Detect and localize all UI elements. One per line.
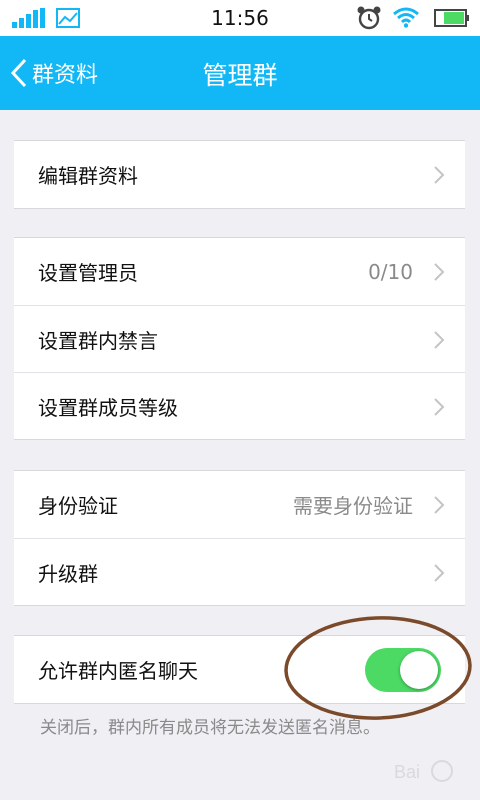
set-member-level-row[interactable]: 设置群成员等级 bbox=[14, 372, 465, 439]
alarm-icon bbox=[357, 6, 381, 30]
admin-count: 0/10 bbox=[368, 259, 413, 284]
edit-group-info-label: 编辑群资料 bbox=[38, 164, 138, 188]
chevron-right-icon bbox=[434, 331, 445, 349]
set-mute-row[interactable]: 设置群内禁言 bbox=[14, 305, 465, 372]
annotation-ellipse bbox=[284, 616, 472, 720]
wifi-icon bbox=[393, 7, 419, 28]
chevron-right-icon bbox=[434, 166, 445, 184]
watermark-logo-icon: Bai bbox=[394, 760, 453, 782]
navigation-bar: 群资料 管理群 bbox=[0, 36, 480, 110]
set-admin-row[interactable]: 设置管理员 0/10 bbox=[14, 238, 465, 305]
status-bar: 11:56 bbox=[0, 0, 480, 36]
chevron-right-icon bbox=[434, 496, 445, 514]
chevron-right-icon bbox=[434, 398, 445, 416]
edit-group-info-row[interactable]: 编辑群资料 bbox=[14, 141, 465, 208]
set-member-level-label: 设置群成员等级 bbox=[38, 395, 178, 420]
chevron-right-icon bbox=[434, 263, 445, 281]
identity-verify-value: 需要身份验证 bbox=[293, 494, 413, 518]
identity-verify-row[interactable]: 身份验证 需要身份验证 bbox=[14, 471, 465, 538]
anonymous-chat-label: 允许群内匿名聊天 bbox=[38, 659, 198, 683]
verify-group: 身份验证 需要身份验证 升级群 bbox=[14, 470, 465, 606]
set-mute-label: 设置群内禁言 bbox=[38, 328, 158, 353]
anonymous-note: 关闭后，群内所有成员将无法发送匿名消息。 bbox=[40, 718, 380, 738]
chevron-right-icon bbox=[434, 564, 445, 582]
page-title: 管理群 bbox=[202, 61, 278, 90]
edit-group: 编辑群资料 bbox=[14, 140, 465, 209]
identity-verify-label: 身份验证 bbox=[38, 494, 118, 518]
upgrade-group-label: 升级群 bbox=[38, 561, 98, 586]
set-admin-label: 设置管理员 bbox=[38, 261, 138, 285]
battery-icon bbox=[434, 9, 469, 27]
admin-group: 设置管理员 0/10 设置群内禁言 设置群成员等级 bbox=[14, 237, 465, 440]
svg-text:Bai: Bai bbox=[394, 762, 420, 782]
upgrade-group-row[interactable]: 升级群 bbox=[14, 538, 465, 605]
